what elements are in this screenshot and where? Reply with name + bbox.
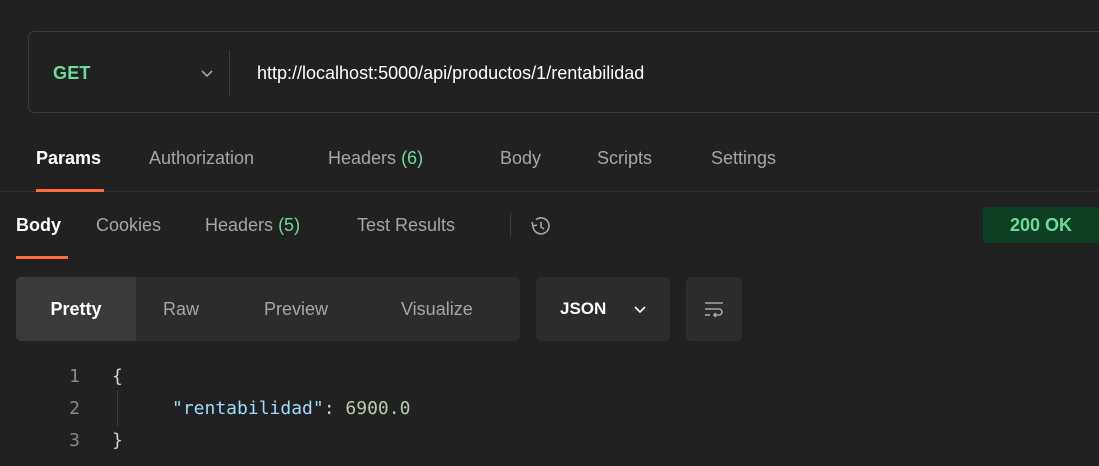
- response-active-tab-indicator: [16, 256, 68, 259]
- tab-scripts[interactable]: Scripts: [597, 148, 652, 169]
- view-raw[interactable]: Raw: [163, 277, 199, 341]
- json-line: "rentabilidad": 6900.0: [172, 398, 410, 419]
- history-icon[interactable]: [527, 213, 553, 239]
- response-tab-cookies[interactable]: Cookies: [96, 215, 161, 236]
- status-badge: 200 OK: [983, 207, 1099, 243]
- tab-headers[interactable]: Headers (6): [328, 148, 423, 169]
- indent-guide: [117, 390, 118, 426]
- line-number: 3: [69, 430, 80, 451]
- open-brace: {: [112, 366, 123, 387]
- close-brace: }: [112, 430, 123, 451]
- response-tab-headers[interactable]: Headers (5): [205, 215, 300, 236]
- json-value: 6900.0: [345, 398, 411, 419]
- method-select[interactable]: GET: [53, 32, 233, 114]
- active-tab-indicator: [36, 189, 104, 192]
- response-body-code: 1 2 3 { "rentabilidad": 6900.0 }: [0, 360, 1099, 466]
- response-tab-test-results[interactable]: Test Results: [357, 215, 455, 236]
- response-tab-headers-count: (5): [278, 215, 301, 235]
- tab-params[interactable]: Params: [36, 148, 101, 169]
- tab-settings[interactable]: Settings: [711, 148, 776, 169]
- tab-body[interactable]: Body: [500, 148, 541, 169]
- method-label: GET: [53, 62, 91, 83]
- view-preview[interactable]: Preview: [264, 277, 328, 341]
- request-tabs: Params Authorization Headers (6) Body Sc…: [0, 130, 1099, 192]
- response-view-options: Pretty Raw Preview Visualize: [16, 277, 520, 341]
- format-select[interactable]: JSON: [536, 277, 670, 341]
- view-pretty[interactable]: Pretty: [16, 277, 136, 341]
- format-label: JSON: [560, 299, 607, 318]
- chevron-down-icon: [201, 70, 213, 78]
- request-bar: GET http://localhost:5000/api/productos/…: [28, 31, 1099, 113]
- postman-window: GET http://localhost:5000/api/productos/…: [0, 0, 1099, 466]
- response-tabs-divider: [510, 213, 511, 237]
- view-visualize[interactable]: Visualize: [401, 277, 473, 341]
- line-number: 2: [69, 398, 80, 419]
- response-tab-headers-label: Headers: [205, 215, 274, 235]
- tab-headers-label: Headers: [328, 148, 397, 168]
- tab-headers-count: (6): [401, 148, 424, 168]
- wrap-lines-button[interactable]: [686, 277, 742, 341]
- json-key: "rentabilidad": [172, 398, 324, 419]
- response-tab-body[interactable]: Body: [16, 215, 61, 236]
- url-divider: [229, 50, 230, 96]
- tab-authorization[interactable]: Authorization: [149, 148, 254, 169]
- chevron-down-icon: [634, 306, 646, 314]
- url-input[interactable]: http://localhost:5000/api/productos/1/re…: [257, 32, 644, 114]
- json-colon: :: [323, 398, 346, 419]
- line-number: 1: [69, 366, 80, 387]
- wrap-lines-icon: [705, 302, 723, 318]
